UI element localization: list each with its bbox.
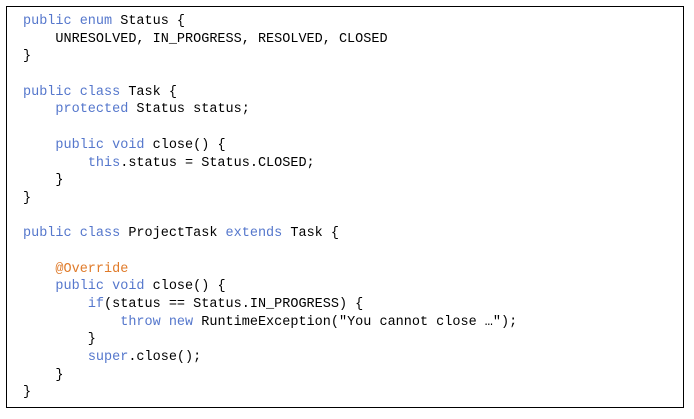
code-text: Status { bbox=[112, 14, 186, 29]
code-line: public class ProjectTask extends Task { bbox=[23, 225, 517, 243]
code-line: UNRESOLVED, IN_PROGRESS, RESOLVED, CLOSE… bbox=[23, 31, 517, 49]
code-line: } bbox=[23, 367, 517, 385]
code-line: } bbox=[23, 384, 517, 402]
code-annotation: @Override bbox=[55, 261, 129, 277]
code-line: throw new RuntimeException("You cannot c… bbox=[23, 314, 517, 332]
code-line: public enum Status { bbox=[23, 13, 517, 31]
code-text: } bbox=[23, 190, 32, 206]
code-keyword: public void bbox=[55, 137, 145, 153]
code-keyword: public class bbox=[23, 84, 121, 100]
code-text: UNRESOLVED, IN_PROGRESS, RESOLVED, CLOSE… bbox=[23, 31, 388, 47]
code-keyword: public class bbox=[23, 226, 121, 242]
code-keyword: public enum bbox=[23, 14, 113, 29]
code-line: } bbox=[23, 48, 517, 66]
code-line: public void close() { bbox=[23, 137, 517, 155]
code-line: if(status == Status.IN_PROGRESS) { bbox=[23, 296, 517, 314]
code-text: } bbox=[23, 385, 32, 401]
code-text: Status status; bbox=[128, 102, 250, 118]
code-text: } bbox=[23, 173, 64, 189]
code-text: RuntimeException("You cannot close …"); bbox=[193, 314, 518, 330]
code-keyword: extends bbox=[225, 226, 283, 242]
code-line: protected Status status; bbox=[23, 101, 517, 119]
code-text: (status == Status.IN_PROGRESS) { bbox=[104, 297, 364, 312]
code-line: } bbox=[23, 172, 517, 190]
code-line: public class Task { bbox=[23, 84, 517, 102]
code-text: ProjectTask bbox=[120, 226, 226, 242]
code-text: Task { bbox=[282, 226, 339, 242]
code-text: } bbox=[23, 367, 64, 383]
code-text: .close(); bbox=[128, 350, 202, 366]
code-listing-frame: public enum Status { UNRESOLVED, IN_PROG… bbox=[6, 6, 684, 408]
code-keyword: protected bbox=[55, 102, 129, 118]
code-line: public void close() { bbox=[23, 278, 517, 296]
code-line: this.status = Status.CLOSED; bbox=[23, 155, 517, 173]
code-text: Task { bbox=[120, 84, 177, 100]
code-keyword: super bbox=[87, 350, 129, 366]
code-line: @Override bbox=[23, 261, 517, 279]
code-line: } bbox=[23, 331, 517, 349]
code-block: public enum Status { UNRESOLVED, IN_PROG… bbox=[23, 13, 517, 402]
code-line: super.close(); bbox=[23, 349, 517, 367]
code-text: .status = Status.CLOSED; bbox=[120, 155, 315, 171]
code-text: } bbox=[23, 332, 96, 348]
code-text: close() { bbox=[144, 279, 226, 295]
code-keyword: this bbox=[87, 155, 121, 171]
code-line: } bbox=[23, 190, 517, 208]
code-keyword: throw new bbox=[120, 314, 194, 330]
code-keyword: public void bbox=[55, 279, 145, 295]
code-keyword: if bbox=[87, 297, 105, 312]
code-text: } bbox=[23, 49, 32, 65]
code-text: close() { bbox=[144, 137, 226, 153]
